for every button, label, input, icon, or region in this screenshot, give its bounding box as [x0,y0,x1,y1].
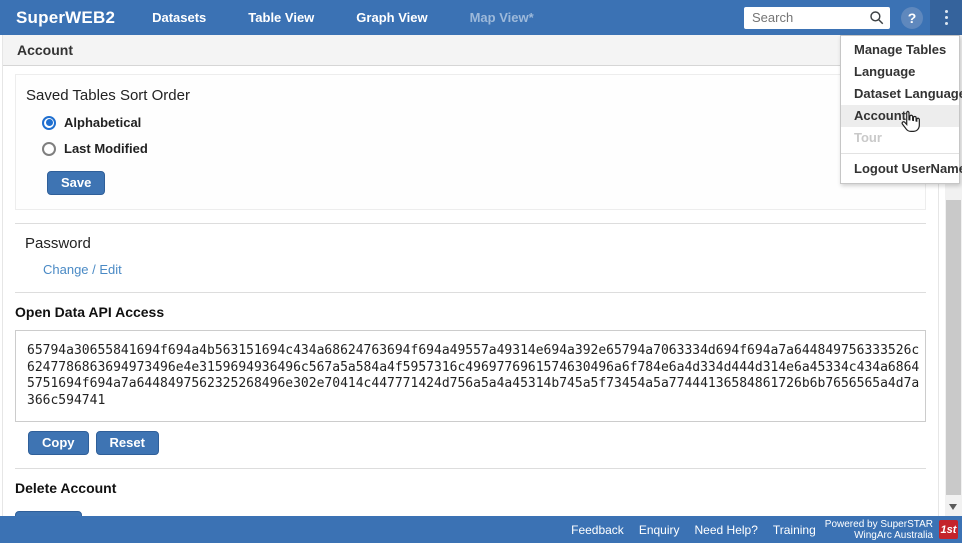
nav-item-table-view[interactable]: Table View [227,10,335,25]
radio-unselected-icon[interactable] [42,142,56,156]
footer-link-feedback[interactable]: Feedback [571,523,624,537]
menu-item-tour: Tour [841,127,959,149]
menu-item-manage-tables[interactable]: Manage Tables [841,39,959,61]
powered-by-text: Powered by SuperSTAR WingArc Australia [825,519,933,541]
top-navbar: SuperWEB2 Datasets Table View Graph View… [0,0,962,35]
footer-link-need-help[interactable]: Need Help? [695,523,758,537]
help-icon[interactable]: ? [901,7,923,29]
radio-last-modified[interactable]: Last Modified [42,141,915,156]
footer-bar: Feedback Enquiry Need Help? Training Pow… [0,516,962,543]
nav-item-map-view[interactable]: Map View* [449,10,555,25]
section-divider [15,223,926,224]
password-heading: Password [25,235,926,252]
api-key-box: 65794a30655841694f694a4b563151694c434a68… [15,330,926,422]
app-window: SuperWEB2 Datasets Table View Graph View… [0,0,962,543]
radio-alphabetical-label: Alphabetical [64,115,141,130]
section-divider [15,468,926,469]
sort-order-section: Saved Tables Sort Order Alphabetical Las… [15,74,926,210]
menu-separator [841,153,959,154]
scrollbar-thumb[interactable] [946,200,961,495]
copy-button[interactable]: Copy [28,431,89,455]
kebab-dot [945,10,948,13]
nav-item-datasets[interactable]: Datasets [131,10,227,25]
scrollbar-down-arrow-icon[interactable] [949,504,957,510]
footer-links: Feedback Enquiry Need Help? Training [571,523,816,537]
radio-last-modified-label: Last Modified [64,141,148,156]
sort-order-heading: Saved Tables Sort Order [26,87,915,104]
search-box [744,7,890,29]
save-button[interactable]: Save [47,171,105,195]
powered-line1: Powered by SuperSTAR [825,519,933,530]
footer-link-training[interactable]: Training [773,523,816,537]
main-area: Account Saved Tables Sort Order Alphabet… [2,35,939,516]
api-key-value: 65794a30655841694f694a4b563151694c434a68… [27,343,921,409]
powered-line2: WingArc Australia [825,530,933,541]
footer-link-enquiry[interactable]: Enquiry [639,523,680,537]
kebab-dot [945,22,948,25]
section-divider [15,292,926,293]
menu-item-account[interactable]: Account [841,105,959,127]
delete-account-section: Delete Account Delete [15,480,926,516]
api-access-heading: Open Data API Access [15,304,926,320]
kebab-menu-icon[interactable] [930,0,962,35]
menu-item-dataset-language[interactable]: Dataset Language [841,83,959,105]
overflow-dropdown-menu: Manage Tables Language Dataset Language … [840,35,960,184]
password-section: Password Change / Edit [15,235,926,279]
app-logo[interactable]: SuperWEB2 [0,8,131,28]
menu-item-logout[interactable]: Logout UserName [841,158,959,180]
wingarc-1st-logo: 1st [939,520,958,539]
nav-item-graph-view[interactable]: Graph View [335,10,448,25]
account-content: Saved Tables Sort Order Alphabetical Las… [3,74,938,516]
change-edit-link[interactable]: Change / Edit [43,262,122,277]
api-buttons: Copy Reset [28,431,926,455]
search-icon[interactable] [869,10,885,26]
kebab-dot [945,16,948,19]
page-title: Account [3,35,938,66]
reset-button[interactable]: Reset [96,431,159,455]
radio-alphabetical[interactable]: Alphabetical [42,115,915,130]
delete-account-heading: Delete Account [15,480,926,496]
radio-selected-icon[interactable] [42,116,56,130]
api-access-section: Open Data API Access 65794a30655841694f6… [15,304,926,455]
menu-item-language[interactable]: Language [841,61,959,83]
